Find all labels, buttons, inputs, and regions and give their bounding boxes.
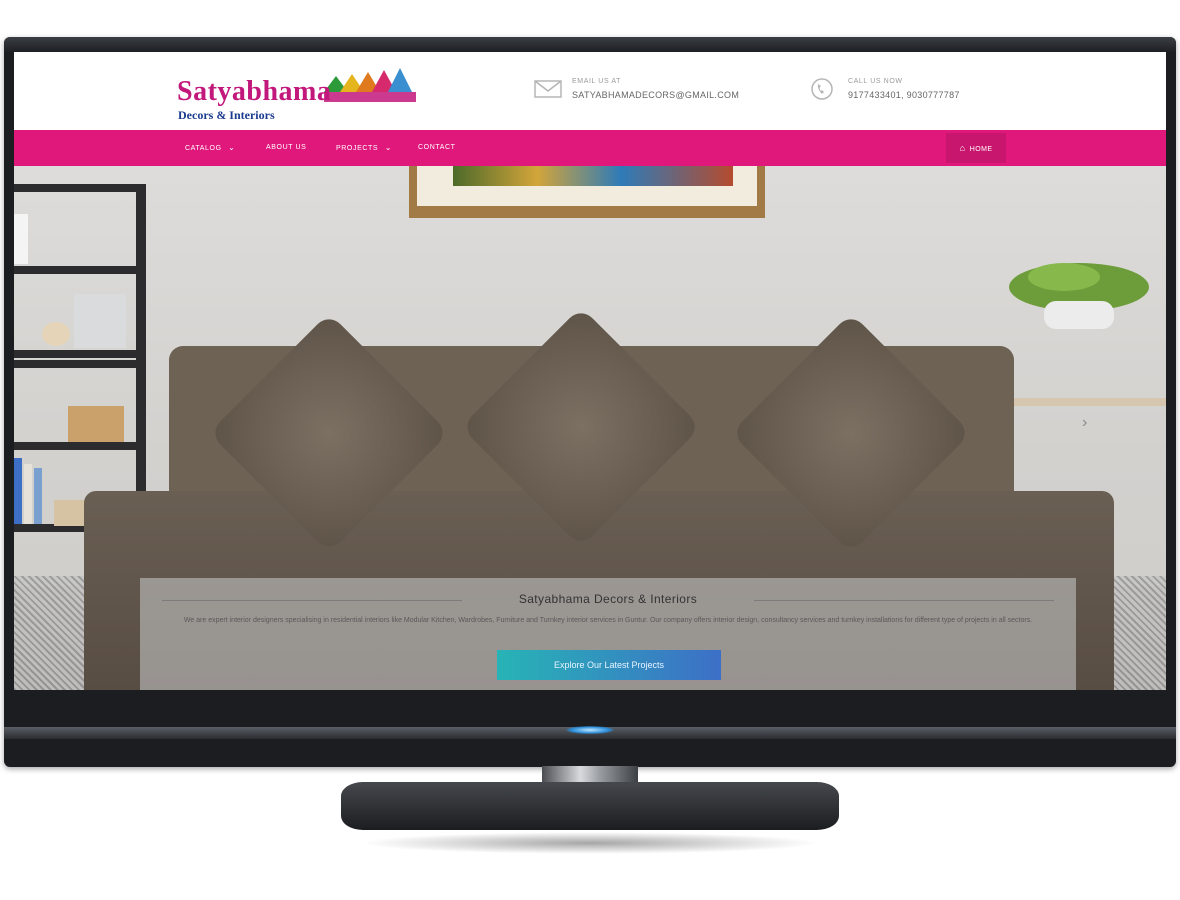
chevron-down-icon: ⌄ <box>384 143 392 152</box>
email-label: EMAIL US AT <box>572 78 621 85</box>
monitor-gloss <box>4 37 1176 53</box>
wall-painting <box>409 166 765 218</box>
potted-plant-image <box>1009 263 1149 329</box>
nav-item-label: PROJECTS <box>336 145 379 152</box>
nav-item-projects[interactable]: PROJECTS ⌄ <box>336 130 392 166</box>
caption-divider-right <box>754 600 1054 601</box>
bookshelf-image <box>14 184 146 544</box>
hero-description: We are expert interior designers special… <box>183 617 1033 624</box>
chevron-right-icon[interactable]: › <box>1082 414 1087 432</box>
home-icon: ⌂ <box>959 143 966 153</box>
hero-title: Satyabhama Decors & Interiors <box>518 592 698 606</box>
hero-caption-box: Satyabhama Decors & Interiors We are exp… <box>140 578 1076 690</box>
home-button[interactable]: ⌂ HOME <box>946 133 1006 163</box>
site-header: Satyabhama Decors & Interiors EMAIL US A… <box>14 52 1166 130</box>
logo-subtitle: Decors & Interiors <box>178 108 275 122</box>
home-label: HOME <box>969 146 993 153</box>
explore-projects-button[interactable]: Explore Our Latest Projects <box>497 650 721 680</box>
envelope-icon <box>534 80 562 98</box>
side-table <box>1004 398 1166 406</box>
logo-title: Satyabhama <box>177 76 332 107</box>
main-navbar: CATALOG ⌄ ABOUT US PROJECTS ⌄ CONTACT ⌂ … <box>14 130 1166 166</box>
hero-slider: › Satyabhama Decors & Interiors We are e… <box>14 166 1166 690</box>
nav-item-about-us[interactable]: ABOUT US <box>266 130 306 166</box>
email-value[interactable]: SATYABHAMADECORS@GMAIL.COM <box>572 90 739 100</box>
stand-shadow <box>360 832 820 854</box>
monitor-stand-base <box>341 782 839 830</box>
power-led-icon <box>566 726 614 734</box>
chevron-down-icon: ⌄ <box>228 143 236 152</box>
site-logo[interactable]: Satyabhama Decors & Interiors <box>174 64 434 124</box>
roofs-logo-icon <box>324 68 416 102</box>
nav-item-contact[interactable]: CONTACT <box>418 130 456 166</box>
nav-item-catalog[interactable]: CATALOG ⌄ <box>185 130 235 166</box>
nav-item-label: CONTACT <box>418 144 456 151</box>
phone-value[interactable]: 9177433401, 9030777787 <box>848 90 960 100</box>
phone-icon <box>811 78 833 100</box>
nav-item-label: CATALOG <box>185 145 222 152</box>
nav-item-label: ABOUT US <box>266 144 307 151</box>
phone-label: CALL US NOW <box>848 78 903 85</box>
website-screen: Satyabhama Decors & Interiors EMAIL US A… <box>14 52 1166 690</box>
